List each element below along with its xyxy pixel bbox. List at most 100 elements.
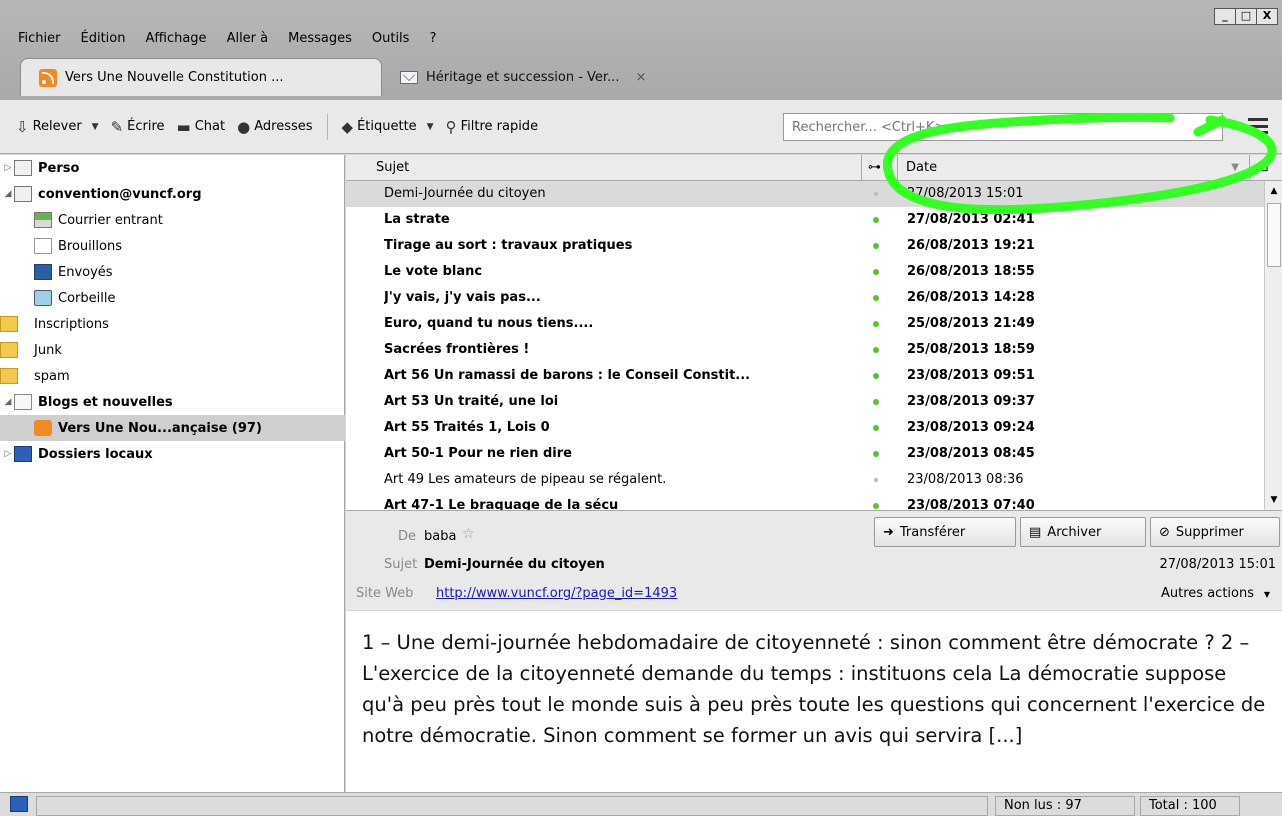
collapse-twisty-icon[interactable]: ◢ [2,189,14,199]
tab-heritage-et-succession[interactable]: Héritage et succession - Ver... × [382,58,712,96]
unread-dot-icon[interactable] [873,217,879,223]
message-row[interactable]: Euro, quand tu nous tiens.... 25/08/2013 … [346,311,1264,337]
expand-twisty-icon[interactable]: ▷ [2,163,14,173]
date-column-header[interactable]: Date ▼ [898,155,1250,181]
write-button[interactable]: ✎ Écrire [105,112,171,142]
unread-dot-icon[interactable] [873,243,879,249]
blogs-icon [14,394,32,410]
unread-dot-icon[interactable] [873,373,879,379]
message-row[interactable]: Sacrées frontières ! 25/08/2013 18:59 [346,337,1264,363]
message-row[interactable]: Le vote blanc 26/08/2013 18:55 [346,259,1264,285]
toolbar-separator [326,113,328,140]
website-label: Site Web [356,586,414,601]
column-picker-icon[interactable]: ⊞ [1250,155,1282,181]
minimize-button[interactable]: _ [1214,8,1236,25]
folder-icon [0,316,18,332]
message-row[interactable]: Tirage au sort : travaux pratiques 26/08/… [346,233,1264,259]
tab-label: Héritage et succession - Ver... [426,69,620,85]
unread-dot-icon[interactable] [873,295,879,301]
forward-button[interactable]: ➜ Transférer [874,517,1016,547]
search-input[interactable] [783,113,1223,141]
read-dot-icon[interactable] [874,478,878,482]
message-row[interactable]: Art 56 Un ramassi de barons : le Conseil… [346,363,1264,389]
message-row[interactable]: La strate 27/08/2013 02:41 [346,207,1264,233]
message-row[interactable]: Art 50-1 Pour ne rien dire 23/08/2013 08:… [346,441,1264,467]
get-messages-button[interactable]: ⇩ Relever ▼ [10,112,105,142]
close-tab-icon[interactable]: × [635,70,646,85]
folder-vers-une-nouvelle-constitution-feed[interactable]: Vers Une Nou...ançaise (97) [0,415,345,441]
tag-button[interactable]: ◆ Étiquette ▼ [336,112,440,142]
star-icon[interactable]: ☆ [462,526,475,542]
message-row[interactable]: J'y vais, j'y vais pas... 26/08/2013 14:2… [346,285,1264,311]
mail-icon [400,70,418,84]
from-value[interactable]: baba [424,529,456,544]
menu-aller-a[interactable]: Aller à [217,28,279,50]
read-dot-icon[interactable] [874,192,878,196]
window-controls: _ □ X [1214,8,1278,25]
menu-aide[interactable]: ? [419,28,446,50]
message-row[interactable]: Art 53 Un traité, une loi 23/08/2013 09:3… [346,389,1264,415]
unread-dot-icon[interactable] [873,347,879,353]
thread-scrollbar[interactable]: ▲ ▼ [1264,181,1282,510]
collapse-twisty-icon[interactable]: ◢ [2,397,14,407]
account-icon [14,186,32,202]
inbox-icon [34,212,52,228]
thread-header: Sujet ⊶ Date ▼ ⊞ [346,155,1282,181]
folder-blogs-et-nouvelles[interactable]: ◢ Blogs et nouvelles [0,389,173,415]
quick-filter-button[interactable]: ⚲ Filtre rapide [440,112,544,142]
rss-icon [34,420,52,436]
maximize-button[interactable]: □ [1235,8,1257,25]
folder-corbeille[interactable]: Corbeille [0,285,115,311]
unread-dot-icon[interactable] [873,503,879,509]
unread-dot-icon[interactable] [873,399,879,405]
total-count: Total : 100 [1140,796,1240,816]
folder-inscriptions[interactable]: Inscriptions [0,311,109,337]
scroll-up-icon[interactable]: ▲ [1267,183,1281,199]
online-status-icon[interactable] [10,796,28,812]
message-header: De baba ☆ ➜ Transférer ▤ Archiver ⊘ Supp… [346,510,1282,610]
tab-vers-une-nouvelle-constitution[interactable]: Vers Une Nouvelle Constitution ... [20,58,382,96]
folder-perso[interactable]: ▷ Perso [0,155,79,181]
more-actions-button[interactable]: Autres actions [1161,586,1254,601]
folder-icon [0,368,18,384]
dropdown-arrow-icon[interactable]: ▼ [92,122,99,132]
chat-button[interactable]: ▬ Chat [171,112,232,142]
message-row[interactable]: Demi-Journée du citoyen 27/08/2013 15:01 [346,181,1264,207]
delete-button[interactable]: ⊘ Supprimer [1150,517,1280,547]
message-row[interactable]: Art 47-1 Le braquage de la sécu 23/08/201… [346,493,1264,510]
menu-fichier[interactable]: Fichier [0,28,71,50]
close-window-button[interactable]: X [1256,8,1278,25]
unread-dot-icon[interactable] [873,425,879,431]
menu-affichage[interactable]: Affichage [135,28,216,50]
scrollbar-thumb[interactable] [1267,203,1281,267]
menu-messages[interactable]: Messages [278,28,362,50]
message-row[interactable]: Art 55 Traités 1, Lois 0 23/08/2013 09:24 [346,415,1264,441]
unread-dot-icon[interactable] [873,451,879,457]
website-link[interactable]: http://www.vuncf.org/?page_id=1493 [436,586,677,601]
menu-outils[interactable]: Outils [362,28,420,50]
folder-dossiers-locaux[interactable]: ▷ Dossiers locaux [0,441,153,467]
sort-descending-icon: ▼ [1231,162,1239,173]
status-message-panel [36,796,988,816]
hamburger-menu-icon[interactable] [1246,115,1270,137]
unread-count: Non lus : 97 [995,796,1135,816]
dropdown-arrow-icon[interactable]: ▼ [1264,590,1270,599]
subject-column-header[interactable]: Sujet [346,155,862,181]
address-book-button[interactable]: ● Adresses [231,112,318,142]
message-row[interactable]: Art 49 Les amateurs de pipeau se régalen… [346,467,1264,493]
tab-strip: Vers Une Nouvelle Constitution ... Hérit… [20,56,712,96]
folder-spam[interactable]: spam [0,363,70,389]
folder-envoyes[interactable]: Envoyés [0,259,113,285]
unread-dot-icon[interactable] [873,269,879,275]
folder-junk[interactable]: Junk [0,337,62,363]
archive-button[interactable]: ▤ Archiver [1020,517,1146,547]
folder-convention-account[interactable]: ◢ convention@vuncf.org [0,181,202,207]
menu-edition[interactable]: Édition [71,28,136,50]
scroll-down-icon[interactable]: ▼ [1267,492,1281,508]
expand-twisty-icon[interactable]: ▷ [2,449,14,459]
unread-dot-icon[interactable] [873,321,879,327]
read-status-column-header[interactable]: ⊶ [862,155,898,181]
pencil-icon: ✎ [110,117,124,136]
folder-courrier-entrant[interactable]: Courrier entrant [0,207,163,233]
folder-brouillons[interactable]: Brouillons [0,233,122,259]
